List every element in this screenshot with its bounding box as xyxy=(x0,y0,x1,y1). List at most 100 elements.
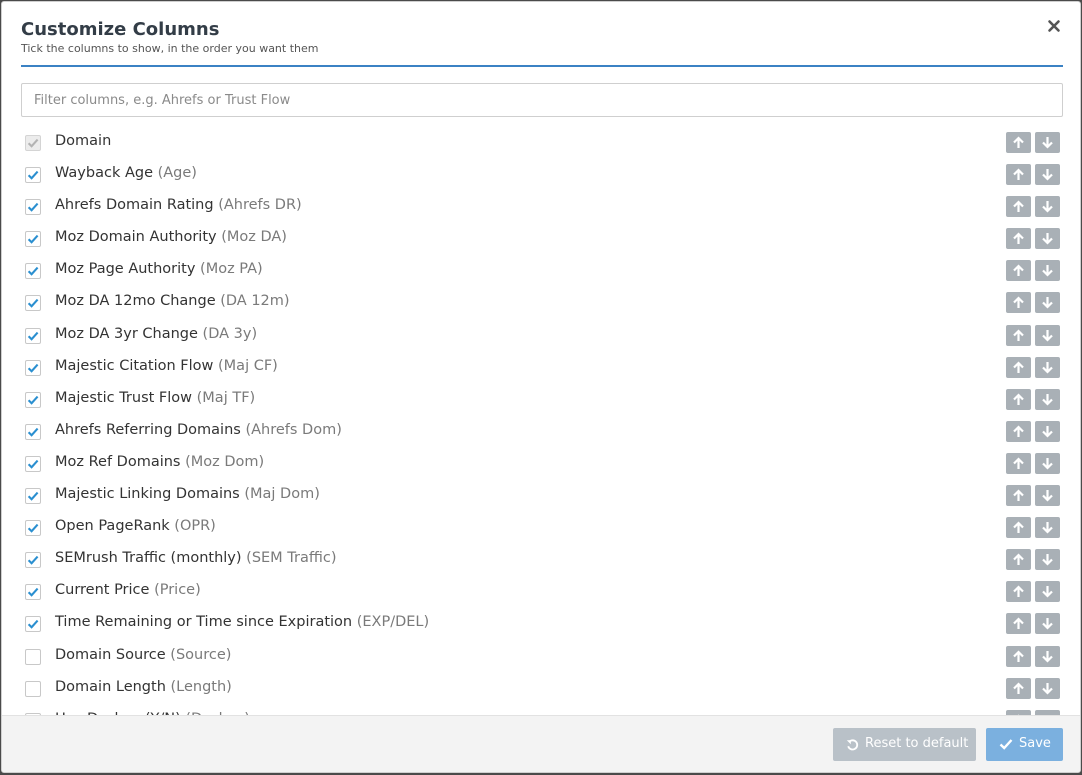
column-checkbox[interactable] xyxy=(25,520,41,537)
move-down-button[interactable] xyxy=(1035,581,1060,603)
reorder-controls xyxy=(1006,356,1060,379)
column-row: Moz Ref Domains (Moz Dom) xyxy=(21,447,1063,479)
column-checkbox[interactable] xyxy=(25,295,41,312)
move-down-button[interactable] xyxy=(1035,388,1060,410)
move-up-button[interactable] xyxy=(1006,677,1031,699)
move-up-button[interactable] xyxy=(1006,228,1031,250)
move-down-button[interactable] xyxy=(1035,260,1060,282)
move-up-button[interactable] xyxy=(1006,452,1031,474)
column-checkbox[interactable] xyxy=(25,648,41,665)
arrow-up-icon xyxy=(1013,521,1024,534)
column-name: Moz Domain Authority xyxy=(55,229,217,246)
column-checkbox[interactable] xyxy=(25,584,41,601)
column-abbreviation: (Price) xyxy=(154,582,201,599)
column-checkbox[interactable] xyxy=(25,231,41,248)
close-button[interactable] xyxy=(1047,19,1063,35)
arrow-down-icon xyxy=(1042,618,1053,630)
move-down-button[interactable] xyxy=(1035,645,1060,667)
reorder-controls xyxy=(1006,132,1060,154)
column-abbreviation: (Moz Dom) xyxy=(185,453,265,470)
move-down-button[interactable] xyxy=(1035,549,1060,571)
column-row: Domain Length (Length) xyxy=(21,672,1063,704)
move-down-button[interactable] xyxy=(1035,485,1060,507)
column-checkbox[interactable] xyxy=(25,263,41,280)
move-up-button[interactable] xyxy=(1006,581,1031,603)
arrow-down-icon xyxy=(1042,425,1053,438)
arrow-down-icon xyxy=(1042,169,1053,181)
move-down-button[interactable] xyxy=(1035,132,1060,153)
move-up-button[interactable] xyxy=(1006,549,1031,571)
column-checkbox xyxy=(25,135,41,151)
move-up-button[interactable] xyxy=(1006,356,1031,378)
column-name: Moz DA 3yr Change xyxy=(55,325,198,342)
column-checkbox[interactable] xyxy=(25,680,41,697)
arrow-down-icon xyxy=(1042,329,1053,342)
column-abbreviation: (Maj CF) xyxy=(218,357,278,374)
arrow-down-icon xyxy=(1042,265,1053,277)
column-checkbox[interactable] xyxy=(25,552,41,569)
checkmark-icon xyxy=(27,363,39,373)
move-down-button[interactable] xyxy=(1035,677,1060,699)
move-down-button[interactable] xyxy=(1035,356,1060,378)
move-down-button[interactable] xyxy=(1035,228,1060,250)
column-checkbox[interactable] xyxy=(25,199,41,216)
move-up-button[interactable] xyxy=(1006,613,1031,635)
column-label: Domain Source (Source) xyxy=(55,647,231,663)
arrow-down-icon xyxy=(1042,650,1053,663)
move-down-button[interactable] xyxy=(1035,420,1060,442)
move-up-button[interactable] xyxy=(1006,292,1031,314)
reorder-controls xyxy=(1006,388,1060,411)
move-up-button[interactable] xyxy=(1006,485,1031,507)
column-checkbox[interactable] xyxy=(25,423,41,440)
column-checkbox[interactable] xyxy=(25,488,41,505)
arrow-down-icon xyxy=(1042,682,1053,695)
column-checkbox[interactable] xyxy=(25,455,41,472)
column-row: Wayback Age (Age) xyxy=(21,158,1063,190)
column-checkbox[interactable] xyxy=(25,391,41,408)
column-abbreviation: (Maj TF) xyxy=(196,389,256,406)
column-checkbox[interactable] xyxy=(25,167,41,184)
arrow-up-icon xyxy=(1013,232,1024,245)
arrow-up-icon xyxy=(1013,489,1024,502)
move-up-button[interactable] xyxy=(1006,132,1031,153)
reorder-controls xyxy=(1006,164,1060,186)
move-down-button[interactable] xyxy=(1035,292,1060,314)
column-row: Moz DA 12mo Change (DA 12m) xyxy=(21,286,1063,318)
move-down-button[interactable] xyxy=(1035,517,1060,539)
column-checkbox[interactable] xyxy=(25,616,41,633)
customize-columns-modal: Customize Columns Tick the columns to sh… xyxy=(1,1,1081,773)
arrow-down-icon xyxy=(1042,457,1053,470)
move-up-button[interactable] xyxy=(1006,645,1031,667)
save-button[interactable]: Save xyxy=(986,728,1063,761)
move-up-button[interactable] xyxy=(1006,260,1031,282)
column-checkbox[interactable] xyxy=(25,359,41,376)
reset-to-default-button[interactable]: Reset to default xyxy=(833,728,976,761)
reorder-controls xyxy=(1006,517,1060,539)
columns-list: Domain Wayback Age (Age) Ahrefs Domain Rat… xyxy=(21,126,1063,715)
checkmark-icon xyxy=(27,331,39,341)
arrow-down-icon xyxy=(1042,522,1053,534)
move-down-button[interactable] xyxy=(1035,164,1060,186)
column-row: Majestic Citation Flow (Maj CF) xyxy=(21,351,1063,383)
column-checkbox[interactable] xyxy=(25,327,41,344)
move-up-button[interactable] xyxy=(1006,420,1031,442)
reorder-controls xyxy=(1006,485,1060,507)
column-abbreviation: (Maj Dom) xyxy=(244,486,320,503)
move-up-button[interactable] xyxy=(1006,388,1031,410)
filter-columns-input[interactable] xyxy=(21,83,1063,117)
column-row: Current Price (Price) xyxy=(21,575,1063,607)
checkmark-icon xyxy=(27,491,39,501)
move-down-button[interactable] xyxy=(1035,452,1060,474)
column-row: Has Dashes (Y/N) (Dashes) xyxy=(21,704,1063,715)
move-down-button[interactable] xyxy=(1035,196,1060,218)
arrow-up-icon xyxy=(1013,361,1024,373)
move-down-button[interactable] xyxy=(1035,613,1060,635)
move-up-button[interactable] xyxy=(1006,324,1031,346)
move-up-button[interactable] xyxy=(1006,517,1031,539)
move-up-button[interactable] xyxy=(1006,164,1031,186)
column-row: Moz Page Authority (Moz PA) xyxy=(21,254,1063,286)
move-up-button[interactable] xyxy=(1006,196,1031,218)
move-down-button[interactable] xyxy=(1035,324,1060,346)
modal-subtitle: Tick the columns to show, in the order y… xyxy=(21,42,319,55)
column-abbreviation: (DA 12m) xyxy=(220,293,290,310)
